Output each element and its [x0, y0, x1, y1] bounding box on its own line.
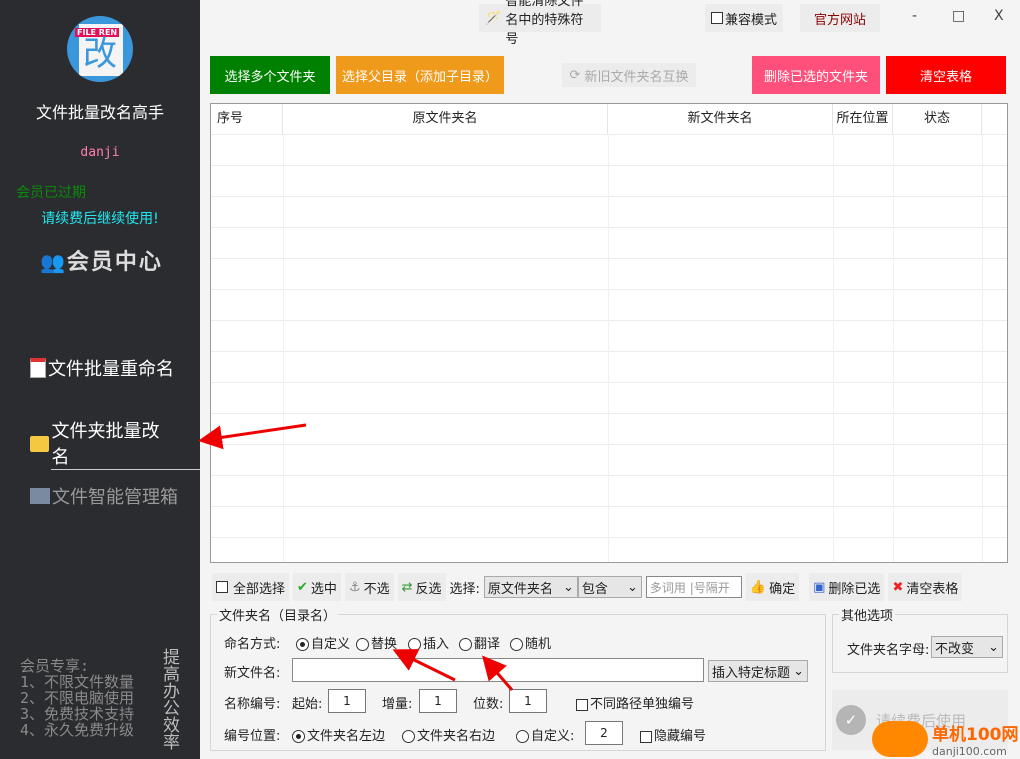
- arrow-to-replace: [392, 649, 456, 682]
- arrow-to-folder-rename: [198, 423, 307, 450]
- arrow-to-translate: [482, 655, 514, 691]
- annotation-arrows: [198, 423, 514, 691]
